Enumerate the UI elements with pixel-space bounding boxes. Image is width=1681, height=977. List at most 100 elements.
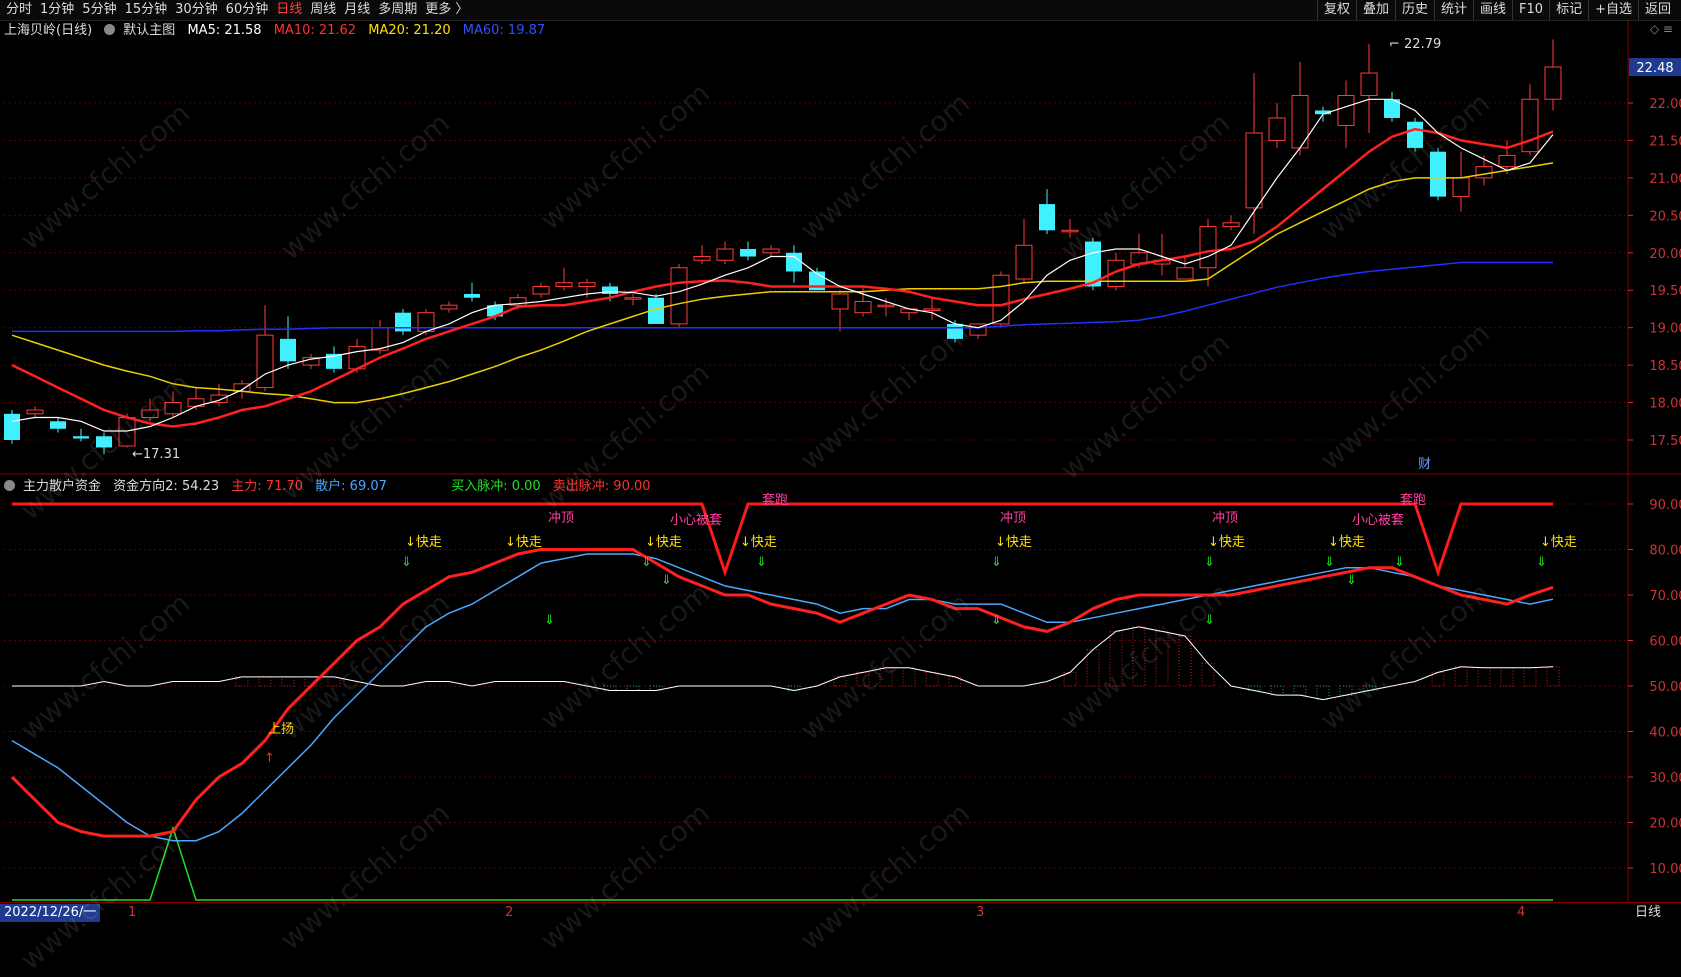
dir2-bar (1500, 667, 1514, 687)
candle-body (440, 304, 458, 310)
candle-body (1199, 226, 1217, 269)
candle-body (1407, 121, 1423, 148)
dir2-bar (1109, 630, 1123, 687)
candle-body (670, 267, 688, 325)
dir2-bar (327, 676, 341, 687)
dir2-bar (1132, 626, 1146, 687)
dir2-bar (258, 676, 272, 687)
sub-tick-label: 60.00 (1649, 635, 1681, 650)
price-tick-label: 22.00 (1649, 97, 1681, 112)
sub-tick-label: 50.00 (1649, 680, 1681, 695)
green-down-arrow: ⇓ (1204, 613, 1215, 628)
price-tick-label: 17.50 (1649, 434, 1681, 449)
sub-tick-label: 80.00 (1649, 544, 1681, 559)
price-tick-label: 20.00 (1649, 247, 1681, 262)
candle-body (992, 274, 1010, 325)
candle-body (1452, 177, 1470, 198)
price-tick-label: 19.50 (1649, 284, 1681, 299)
candle-body (786, 252, 802, 272)
period-indicator[interactable]: 日线 (1635, 903, 1661, 923)
exit-label: ↓快走 (1540, 535, 1577, 550)
candle-body (395, 312, 411, 332)
green-down-arrow: ⇓ (756, 555, 767, 570)
candle-body (831, 293, 849, 310)
dir2-bar (1270, 685, 1284, 696)
dir2-bar (1316, 685, 1330, 701)
price-tick-label: 18.50 (1649, 359, 1681, 374)
price-tick-label: 20.50 (1649, 209, 1681, 224)
ma60-line (12, 261, 1553, 333)
price-tick-label: 21.50 (1649, 134, 1681, 149)
candle-body (1176, 267, 1194, 280)
warning-label: 小心被套 (1352, 512, 1404, 528)
candle-body (1039, 204, 1055, 231)
candle-body (854, 300, 872, 314)
buy-pulse-line (12, 825, 1553, 901)
dir2-bar (856, 671, 870, 687)
candle-body (141, 409, 159, 419)
month-label-3: 3 (976, 905, 985, 920)
green-down-arrow: ⇓ (1204, 555, 1215, 570)
exit-label: ↓快走 (995, 535, 1032, 550)
cursor-date: 2022/12/26/一 (0, 904, 101, 922)
dir2-bar (1293, 685, 1307, 696)
green-down-arrow: ⇓ (1536, 555, 1547, 570)
sub-tick-label: 90.00 (1649, 498, 1681, 513)
exit-label: ↓快走 (1208, 535, 1245, 550)
candle-body (578, 282, 596, 287)
main-force-line (10, 548, 1554, 838)
candle-body (4, 413, 20, 440)
price-tick-label: 18.00 (1649, 397, 1681, 412)
candle-body (947, 323, 963, 339)
month-label-1: 1 (128, 905, 137, 920)
candle-body (1222, 222, 1240, 228)
green-down-arrow: ⇓ (401, 555, 412, 570)
candle-body (1360, 72, 1378, 97)
green-down-arrow: ⇓ (1324, 555, 1335, 570)
candle-body (164, 402, 182, 415)
exit-label: ↓快走 (645, 535, 682, 550)
green-down-arrow: ⇓ (1394, 555, 1405, 570)
candle-body (280, 338, 296, 362)
retail-line (11, 553, 1554, 842)
candle-body (1498, 154, 1516, 168)
warning-label: 小心被套 (670, 512, 722, 528)
candle-body (73, 436, 89, 439)
candle-body (50, 421, 66, 429)
sub-tick-label: 20.00 (1649, 817, 1681, 832)
dir2-bar (902, 667, 916, 687)
green-down-arrow: ⇓ (991, 613, 1002, 628)
candle-body (693, 256, 711, 261)
candle-body (532, 285, 550, 295)
date-axis: 2022/12/26/一 1 2 3 4 日线 (0, 902, 1681, 923)
candle-body (877, 304, 895, 308)
escape-label: 套跑 (762, 492, 788, 508)
dir2-bar (626, 685, 640, 692)
top-signal-label: 冲顶 (1212, 511, 1238, 526)
dir2-bar (1454, 666, 1468, 687)
candle-body (1015, 244, 1033, 280)
escape-label: 套跑 (1400, 492, 1426, 508)
dir2-bar (879, 667, 893, 687)
candle-body (1337, 95, 1355, 126)
green-down-arrow: ⇓ (661, 573, 672, 588)
top-signal-label: 冲顶 (548, 511, 574, 526)
low-price-label: ←17.31 (132, 447, 180, 462)
dir2-bar (1201, 662, 1215, 687)
dir2-bar (281, 676, 295, 687)
price-tick-label: 19.00 (1649, 322, 1681, 337)
candle-body (624, 297, 642, 300)
dir2-bar (1546, 666, 1560, 687)
candle-body (1245, 132, 1263, 209)
dir2-bar (1155, 630, 1169, 687)
ma5-line (11, 98, 1554, 432)
sub-tick-label: 30.00 (1649, 771, 1681, 786)
candle-body (762, 248, 780, 254)
candle-body (417, 312, 435, 332)
kline-chart[interactable]: 22.00 21.50 21.00 20.50 20.00 19.50 19.00 18.50… (0, 0, 1681, 922)
dir2-bar (1086, 649, 1100, 687)
candle-body (26, 409, 44, 415)
price-tick-label: 21.00 (1649, 172, 1681, 187)
candle-body (740, 249, 756, 257)
green-down-arrow: ⇓ (991, 555, 1002, 570)
